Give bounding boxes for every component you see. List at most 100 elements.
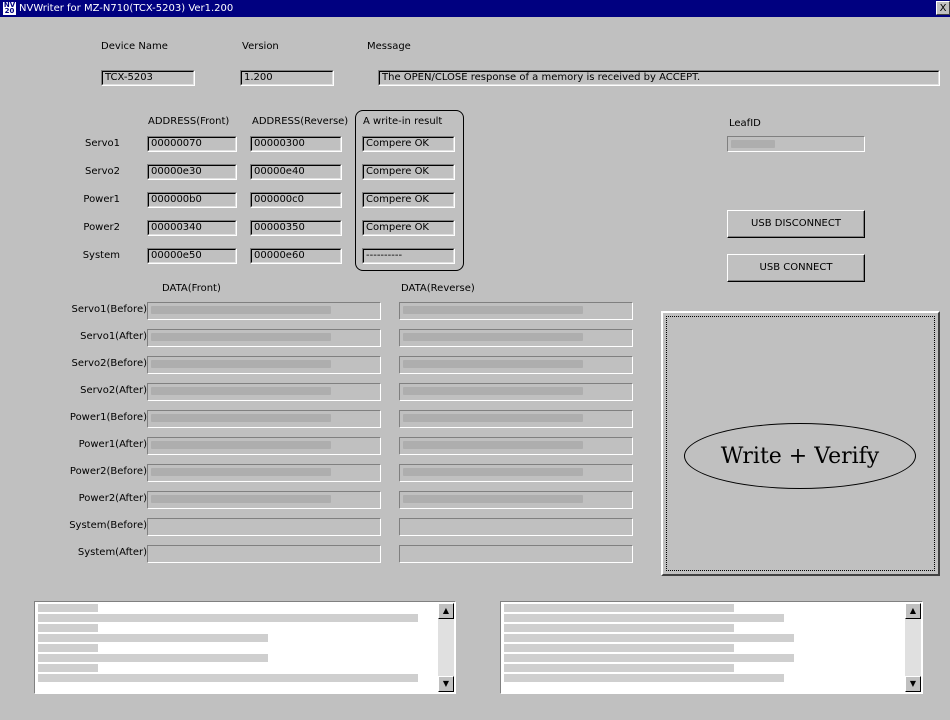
data-reverse-redacted bbox=[403, 360, 583, 368]
address-front-value: 00000340 bbox=[148, 221, 236, 235]
leaf-id-field[interactable] bbox=[727, 136, 865, 152]
log-left-scrollbar[interactable]: ▲ ▼ bbox=[438, 603, 454, 692]
write-result-field[interactable]: Compere OK bbox=[362, 136, 455, 152]
write-result-field[interactable]: Compere OK bbox=[362, 220, 455, 236]
device-name-label: Device Name bbox=[101, 41, 168, 52]
address-reverse-value: 00000300 bbox=[251, 137, 341, 151]
address-front-field[interactable]: 00000e50 bbox=[147, 248, 237, 264]
address-front-field[interactable]: 00000070 bbox=[147, 136, 237, 152]
log-line bbox=[38, 644, 98, 652]
log-line bbox=[38, 664, 98, 672]
data-row-label: Power2(After) bbox=[78, 493, 147, 504]
scroll-up-button[interactable]: ▲ bbox=[438, 603, 454, 619]
log-line bbox=[38, 634, 268, 642]
usb-disconnect-button[interactable]: USB DISCONNECT bbox=[727, 210, 865, 238]
data-front-field[interactable] bbox=[147, 464, 381, 482]
data-front-redacted bbox=[151, 387, 331, 395]
log-line bbox=[504, 644, 734, 652]
log-line bbox=[38, 654, 268, 662]
data-reverse-field[interactable] bbox=[399, 302, 633, 320]
write-verify-label: Write + Verify bbox=[684, 423, 916, 489]
data-front-field[interactable] bbox=[147, 437, 381, 455]
write-result-field[interactable]: ---------- bbox=[362, 248, 455, 264]
address-row-label: Servo1 bbox=[84, 138, 120, 149]
data-front-redacted bbox=[151, 333, 331, 341]
version-label: Version bbox=[242, 41, 279, 52]
window-title: NVWriter for MZ-N710(TCX-5203) Ver1.200 bbox=[19, 3, 234, 14]
log-line bbox=[38, 604, 98, 612]
data-reverse-field[interactable] bbox=[399, 437, 633, 455]
version-value: 1.200 bbox=[241, 71, 333, 85]
data-reverse-redacted bbox=[403, 441, 583, 449]
address-row-label: Power1 bbox=[83, 194, 120, 205]
data-reverse-field[interactable] bbox=[399, 329, 633, 347]
device-name-field[interactable]: TCX-5203 bbox=[101, 70, 195, 86]
data-reverse-field[interactable] bbox=[399, 383, 633, 401]
data-reverse-field[interactable] bbox=[399, 545, 633, 563]
data-front-field[interactable] bbox=[147, 491, 381, 509]
leaf-id-redacted bbox=[731, 140, 775, 148]
close-button[interactable]: X bbox=[936, 1, 950, 15]
data-front-field[interactable] bbox=[147, 356, 381, 374]
version-field[interactable]: 1.200 bbox=[240, 70, 334, 86]
data-reverse-header: DATA(Reverse) bbox=[401, 283, 475, 294]
address-row-label: Servo2 bbox=[84, 166, 120, 177]
address-reverse-field[interactable]: 00000350 bbox=[250, 220, 342, 236]
address-front-field[interactable]: 00000e30 bbox=[147, 164, 237, 180]
data-front-field[interactable] bbox=[147, 518, 381, 536]
write-verify-button[interactable]: Write + Verify bbox=[661, 311, 940, 576]
address-front-value: 00000e30 bbox=[148, 165, 236, 179]
data-reverse-redacted bbox=[403, 387, 583, 395]
log-line bbox=[504, 674, 784, 682]
data-front-redacted bbox=[151, 360, 331, 368]
scroll-down-button[interactable]: ▼ bbox=[438, 676, 454, 692]
address-reverse-value: 00000350 bbox=[251, 221, 341, 235]
data-front-field[interactable] bbox=[147, 545, 381, 563]
data-row-label: Servo2(After) bbox=[80, 385, 147, 396]
log-right-scrollbar[interactable]: ▲ ▼ bbox=[905, 603, 921, 692]
scroll-down-button[interactable]: ▼ bbox=[905, 676, 921, 692]
data-front-field[interactable] bbox=[147, 329, 381, 347]
address-reverse-field[interactable]: 00000e40 bbox=[250, 164, 342, 180]
address-front-header: ADDRESS(Front) bbox=[148, 116, 230, 127]
leaf-id-label: LeafID bbox=[729, 118, 761, 129]
data-front-redacted bbox=[151, 414, 331, 422]
data-reverse-field[interactable] bbox=[399, 491, 633, 509]
write-result-value: Compere OK bbox=[363, 137, 454, 151]
write-result-frame bbox=[355, 110, 464, 271]
data-front-field[interactable] bbox=[147, 410, 381, 428]
address-reverse-field[interactable]: 00000300 bbox=[250, 136, 342, 152]
message-value: The OPEN/CLOSE response of a memory is r… bbox=[379, 71, 939, 85]
address-front-field[interactable]: 000000b0 bbox=[147, 192, 237, 208]
data-row-label: Servo1(Before) bbox=[71, 304, 147, 315]
write-result-field[interactable]: Compere OK bbox=[362, 164, 455, 180]
data-row-label: System(After) bbox=[77, 547, 147, 558]
data-front-redacted bbox=[151, 441, 331, 449]
data-reverse-redacted bbox=[403, 495, 583, 503]
data-front-field[interactable] bbox=[147, 383, 381, 401]
address-row-label: Power2 bbox=[83, 222, 120, 233]
scroll-up-button[interactable]: ▲ bbox=[905, 603, 921, 619]
data-reverse-field[interactable] bbox=[399, 356, 633, 374]
write-result-field[interactable]: Compere OK bbox=[362, 192, 455, 208]
usb-connect-button[interactable]: USB CONNECT bbox=[727, 254, 865, 282]
address-reverse-field[interactable]: 00000e60 bbox=[250, 248, 342, 264]
log-line bbox=[38, 674, 418, 682]
log-line bbox=[504, 634, 794, 642]
log-box-left[interactable]: ▲ ▼ bbox=[34, 601, 456, 694]
address-front-field[interactable]: 00000340 bbox=[147, 220, 237, 236]
data-front-redacted bbox=[151, 468, 331, 476]
data-reverse-field[interactable] bbox=[399, 518, 633, 536]
data-front-redacted bbox=[151, 495, 331, 503]
address-reverse-field[interactable]: 000000c0 bbox=[250, 192, 342, 208]
message-field[interactable]: The OPEN/CLOSE response of a memory is r… bbox=[378, 70, 940, 86]
log-box-right[interactable]: ▲ ▼ bbox=[500, 601, 923, 694]
write-result-value: ---------- bbox=[363, 249, 454, 263]
data-reverse-field[interactable] bbox=[399, 464, 633, 482]
data-front-field[interactable] bbox=[147, 302, 381, 320]
title-bar: NV 20 NVWriter for MZ-N710(TCX-5203) Ver1… bbox=[0, 0, 950, 17]
data-reverse-redacted bbox=[403, 333, 583, 341]
data-reverse-field[interactable] bbox=[399, 410, 633, 428]
data-row-label: Power1(Before) bbox=[69, 412, 147, 423]
address-reverse-value: 00000e60 bbox=[251, 249, 341, 263]
